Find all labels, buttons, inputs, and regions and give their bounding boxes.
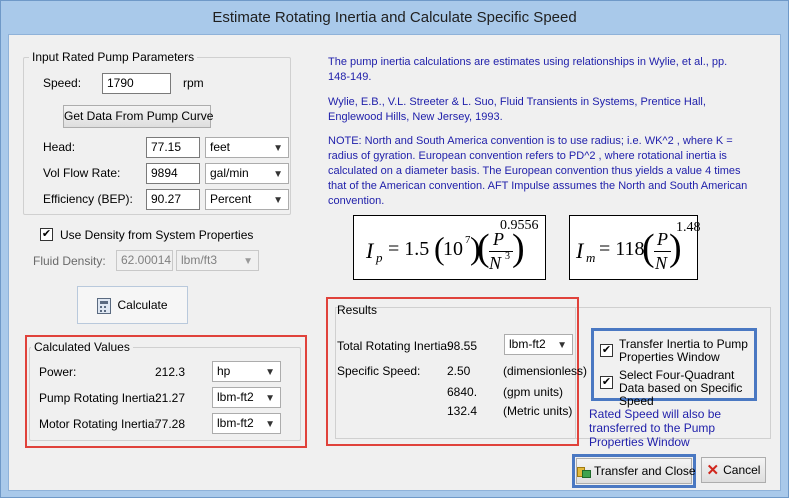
specific-speed-gpm-unit: (gpm units) [503, 385, 564, 399]
fluid-density-label: Fluid Density: [33, 254, 106, 268]
efficiency-unit-value: Percent [210, 192, 252, 206]
convention-note: NOTE: North and South America convention… [328, 135, 748, 207]
chevron-down-icon: ▼ [265, 393, 275, 404]
power-unit-select[interactable]: hp ▼ [212, 361, 281, 382]
head-unit-select[interactable]: feet ▼ [205, 137, 289, 158]
power-unit-value: hp [217, 364, 231, 378]
motor-inertia-formula: I m = 118 ( P N ) 1.48 [569, 215, 701, 280]
specific-speed-label: Specific Speed: [337, 364, 421, 378]
speed-label: Speed: [43, 76, 82, 90]
transfer-and-close-button[interactable]: Transfer and Close [576, 458, 696, 484]
close-icon: ✕ [706, 461, 720, 479]
four-quadrant-label: Select Four-Quadrant Data based on Speci… [619, 368, 743, 408]
chevron-down-icon: ▼ [265, 367, 275, 378]
inertia-estimate-note: The pump inertia calculations are estima… [328, 56, 728, 83]
cancel-button[interactable]: ✕ Cancel [701, 457, 766, 483]
flow-label: Vol Flow Rate: [43, 166, 121, 180]
reference-note: Wylie, E.B., V.L. Streeter & L. Suo, Flu… [328, 96, 706, 123]
calculate-label: Calculate [117, 298, 168, 312]
motor-inertia-unit-select[interactable]: lbm-ft2 ▼ [212, 413, 281, 434]
im-coef: = 118 [599, 238, 645, 260]
motor-inertia-value: 77.28 [155, 417, 186, 431]
im-num: P [657, 229, 668, 249]
input-parameters-title: Input Rated Pump Parameters [29, 50, 198, 64]
chevron-down-icon: ▼ [265, 419, 275, 430]
ip-ten: 10 [443, 238, 463, 260]
power-label: Power: [39, 365, 77, 379]
pump-inertia-label: Pump Rotating Inertia: [39, 391, 159, 405]
total-inertia-label: Total Rotating Inertia: [337, 339, 451, 353]
ip-power: 0.9556 [500, 218, 539, 233]
specific-speed-dimensionless-value: 2.50 [447, 364, 471, 378]
calculated-values-title: Calculated Values [31, 340, 133, 354]
ip-coef: = 1.5 [388, 238, 430, 260]
specific-speed-metric-value: 132.4 [447, 404, 478, 418]
ip-bracket-open: ( [477, 227, 490, 269]
use-density-checkbox[interactable]: ✔ [40, 228, 53, 241]
speed-unit: rpm [183, 76, 204, 90]
transfer-icon [577, 465, 591, 479]
pump-inertia-value: 21.27 [155, 391, 186, 405]
ip-lhs: I [366, 238, 374, 263]
pump-inertia-unit-value: lbm-ft2 [217, 390, 254, 404]
chevron-down-icon: ▼ [273, 143, 283, 154]
im-sub: m [586, 250, 596, 265]
im-power: 1.48 [676, 220, 701, 235]
im-lhs: I [576, 238, 584, 263]
ip-sub: p [376, 250, 383, 265]
get-data-from-pump-curve-button[interactable]: Get Data From Pump Curve [63, 105, 213, 128]
total-inertia-value: 98.55 [447, 339, 478, 353]
motor-inertia-unit-value: lbm-ft2 [217, 416, 254, 430]
use-density-label: Use Density from System Properties [60, 228, 254, 242]
motor-inertia-label: Motor Rotating Inertia: [39, 417, 158, 431]
flow-input[interactable]: 9894 [146, 163, 200, 184]
transfer-inertia-checkbox[interactable]: ✔ [600, 344, 613, 357]
speed-input[interactable]: 1790 [102, 73, 171, 94]
efficiency-unit-select[interactable]: Percent ▼ [205, 189, 289, 210]
specific-speed-gpm-value: 6840. [447, 385, 478, 399]
flow-unit-select[interactable]: gal/min ▼ [205, 163, 289, 184]
efficiency-input[interactable]: 90.27 [146, 189, 200, 210]
chevron-down-icon: ▼ [273, 195, 283, 206]
transfer-and-close-label: Transfer and Close [594, 464, 696, 478]
dialog-client: Input Rated Pump Parameters Speed: 1790 … [8, 34, 781, 491]
calculator-icon [97, 297, 112, 314]
fluid-density-input: 62.00014 [116, 250, 173, 271]
pump-inertia-formula: I p = 1.5 ( 10 7 ) ( P N 3 ) 0.9556 [353, 215, 546, 280]
transfer-inertia-label: Transfer Inertia to Pump Properties Wind… [619, 337, 748, 364]
pump-inertia-unit-select[interactable]: lbm-ft2 ▼ [212, 387, 281, 408]
head-label: Head: [43, 140, 76, 154]
results-title: Results [337, 303, 378, 317]
total-inertia-unit-value: lbm-ft2 [509, 337, 546, 351]
window-title: Estimate Rotating Inertia and Calculate … [212, 9, 577, 26]
cancel-label: Cancel [723, 463, 761, 477]
fluid-density-unit-select: lbm/ft3 ▼ [176, 250, 259, 271]
im-bracket-open: ( [642, 227, 655, 269]
flow-unit-value: gal/min [210, 166, 249, 180]
fluid-density-unit-value: lbm/ft3 [181, 253, 218, 267]
efficiency-label: Efficiency (BEP): [43, 192, 133, 206]
specific-speed-dimensionless-unit: (dimensionless) [503, 364, 588, 378]
ip-den-exp: 3 [505, 251, 510, 262]
chevron-down-icon: ▼ [273, 169, 283, 180]
head-unit-value: feet [210, 140, 231, 154]
rated-speed-note: Rated Speed will also be transferred to … [589, 407, 722, 449]
four-quadrant-checkbox[interactable]: ✔ [600, 376, 613, 389]
chevron-down-icon: ▼ [243, 256, 253, 267]
power-value: 212.3 [155, 365, 186, 379]
dialog-window: Estimate Rotating Inertia and Calculate … [0, 0, 789, 498]
im-den: N [655, 253, 668, 273]
ip-den: N [489, 253, 502, 273]
total-inertia-unit-select[interactable]: lbm-ft2 ▼ [504, 334, 573, 355]
head-input[interactable]: 77.15 [146, 137, 200, 158]
specific-speed-metric-unit: (Metric units) [503, 404, 573, 418]
calculate-button[interactable]: Calculate [77, 286, 188, 324]
chevron-down-icon: ▼ [557, 340, 567, 351]
